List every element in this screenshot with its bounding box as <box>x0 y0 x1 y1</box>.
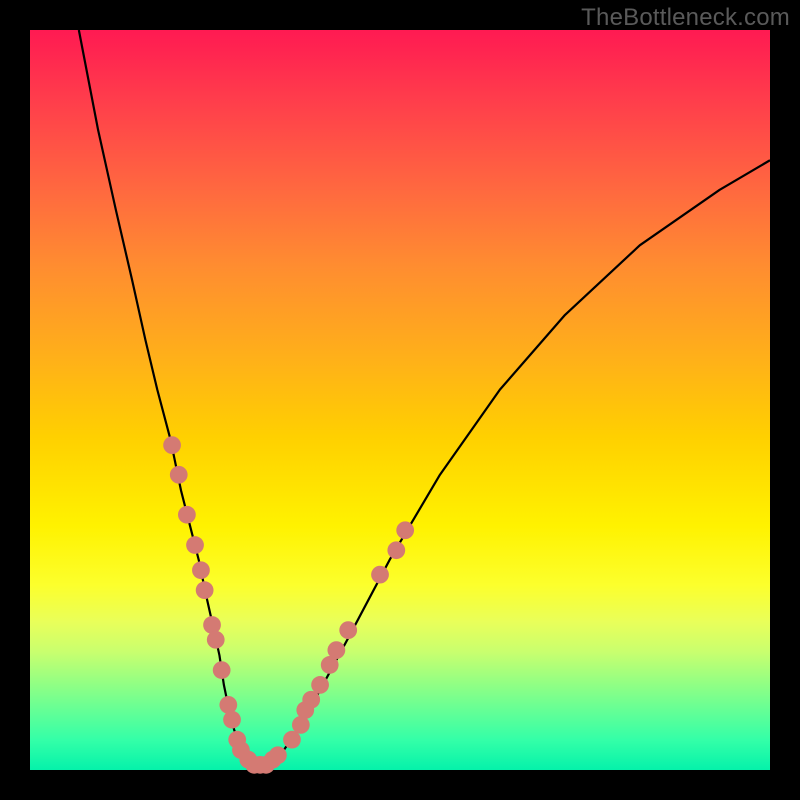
chart-svg <box>30 30 770 770</box>
chart-frame: TheBottleneck.com <box>0 0 800 800</box>
data-marker <box>387 541 405 559</box>
data-marker <box>163 436 181 454</box>
data-marker <box>371 566 389 584</box>
data-marker <box>219 696 237 714</box>
data-marker <box>339 621 357 639</box>
data-marker <box>186 536 204 554</box>
data-marker <box>396 521 414 539</box>
data-marker <box>213 661 231 679</box>
data-marker <box>178 506 196 524</box>
data-marker <box>192 561 210 579</box>
data-marker <box>311 676 329 694</box>
bottleneck-curve <box>79 30 770 765</box>
data-marker <box>207 631 225 649</box>
data-markers <box>163 436 414 773</box>
data-marker <box>327 641 345 659</box>
data-marker <box>302 691 320 709</box>
data-marker <box>203 616 221 634</box>
plot-area <box>30 30 770 770</box>
data-marker <box>196 581 214 599</box>
watermark-text: TheBottleneck.com <box>581 4 790 32</box>
data-marker <box>223 711 241 729</box>
data-marker <box>283 731 301 749</box>
data-marker <box>170 466 188 484</box>
data-marker <box>269 746 287 764</box>
